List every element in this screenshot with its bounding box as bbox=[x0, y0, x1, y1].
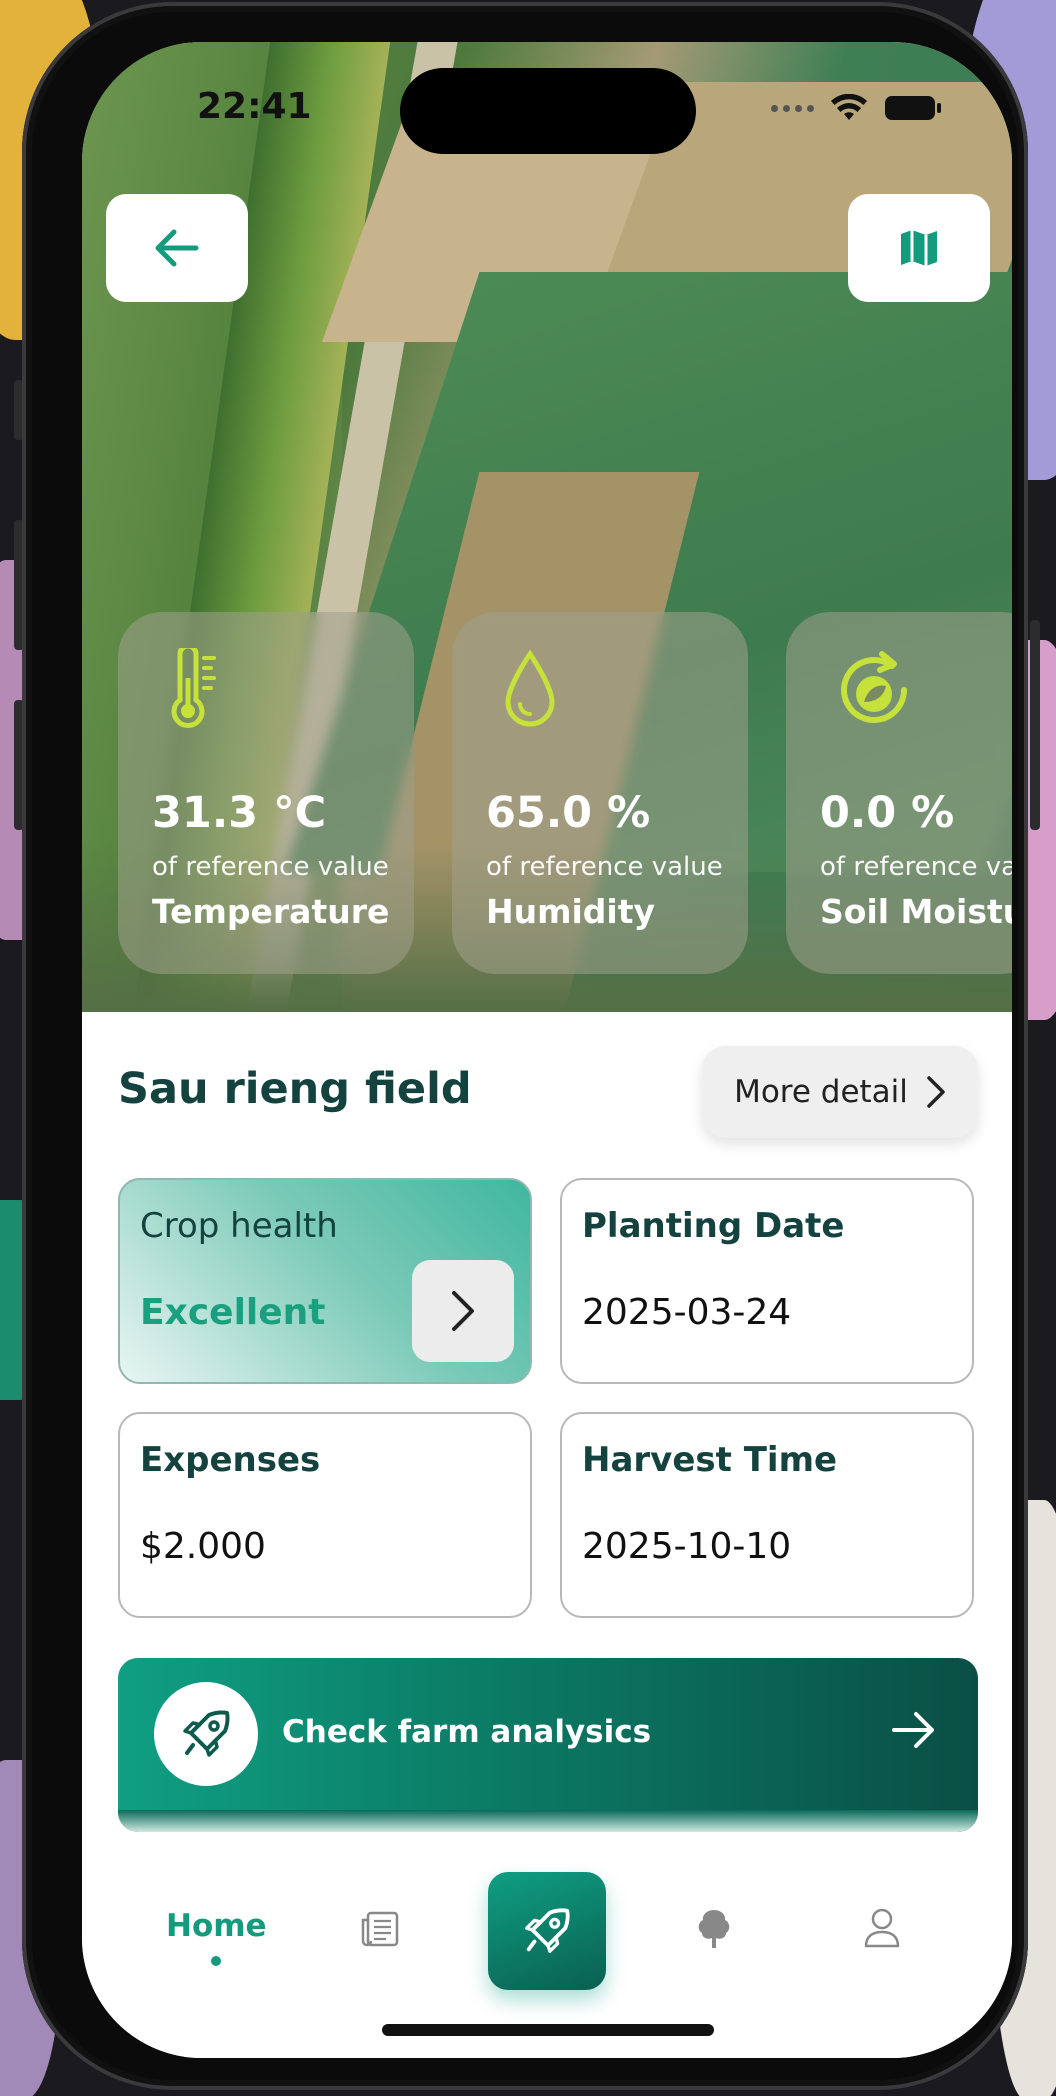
phone-frame: 22:41 31.3 °C of reference value Tempera… bbox=[22, 2, 1028, 2090]
check-farm-analytics-button[interactable]: Check farm analysics bbox=[118, 1658, 978, 1832]
temperature-label: Temperature bbox=[152, 892, 390, 931]
profile-icon bbox=[864, 1908, 900, 1948]
temperature-ref: of reference value bbox=[152, 852, 389, 882]
harvest-time-card: Harvest Time 2025-10-10 bbox=[560, 1412, 974, 1618]
crop-health-title: Crop health bbox=[140, 1206, 338, 1246]
status-time: 22:41 bbox=[197, 86, 312, 127]
tab-tree[interactable] bbox=[694, 1906, 734, 1950]
humidity-label: Humidity bbox=[486, 892, 656, 931]
expenses-value: $2.000 bbox=[140, 1526, 266, 1567]
metric-card-temperature[interactable]: 31.3 °C of reference value Temperature bbox=[118, 612, 414, 974]
map-icon bbox=[901, 230, 937, 266]
crop-health-open-button[interactable] bbox=[412, 1260, 514, 1362]
tab-news[interactable] bbox=[360, 1910, 400, 1948]
status-icons bbox=[771, 94, 942, 122]
field-aerial-image: 22:41 31.3 °C of reference value Tempera… bbox=[82, 42, 1012, 1012]
home-indicator bbox=[382, 2024, 714, 2036]
planting-date-card: Planting Date 2025-03-24 bbox=[560, 1178, 974, 1384]
signal-icon bbox=[771, 104, 814, 112]
rocket-icon bbox=[525, 1908, 570, 1953]
planting-date-title: Planting Date bbox=[582, 1206, 845, 1246]
expenses-card: Expenses $2.000 bbox=[118, 1412, 532, 1618]
expenses-title: Expenses bbox=[140, 1440, 321, 1480]
screen: 22:41 31.3 °C of reference value Tempera… bbox=[82, 42, 1012, 2058]
cta-shadow bbox=[118, 1810, 978, 1832]
humidity-ref: of reference value bbox=[486, 852, 723, 882]
more-detail-button[interactable]: More detail bbox=[702, 1046, 978, 1138]
rocket-icon bbox=[154, 1682, 258, 1786]
metric-card-soil-moisture[interactable]: 0.0 % of reference val Soil Moistur bbox=[786, 612, 1012, 974]
crop-health-value: Excellent bbox=[140, 1292, 326, 1333]
thermometer-icon bbox=[166, 643, 226, 736]
tab-home-label: Home bbox=[166, 1908, 267, 1944]
tab-profile[interactable] bbox=[862, 1906, 902, 1950]
map-button[interactable] bbox=[848, 194, 990, 302]
field-title: Sau rieng field bbox=[118, 1064, 472, 1114]
harvest-time-value: 2025-10-10 bbox=[582, 1526, 792, 1567]
soil-refresh-icon bbox=[834, 648, 918, 736]
back-button[interactable] bbox=[106, 194, 248, 302]
power-button bbox=[1030, 620, 1040, 830]
soil-moisture-value: 0.0 % bbox=[820, 788, 955, 838]
crop-health-card[interactable]: Crop health Excellent bbox=[118, 1178, 532, 1384]
chevron-right-icon bbox=[927, 1076, 945, 1108]
battery-icon bbox=[885, 96, 941, 120]
chevron-right-icon bbox=[452, 1291, 474, 1331]
planting-date-value: 2025-03-24 bbox=[582, 1292, 792, 1333]
harvest-time-title: Harvest Time bbox=[582, 1440, 838, 1480]
more-detail-label: More detail bbox=[734, 1074, 908, 1110]
active-indicator bbox=[211, 1956, 222, 1966]
wifi-icon bbox=[831, 94, 867, 120]
arrow-right-icon bbox=[892, 1712, 934, 1748]
tab-rocket[interactable] bbox=[488, 1872, 606, 1990]
dynamic-island bbox=[400, 68, 696, 154]
cta-label: Check farm analysics bbox=[282, 1714, 652, 1750]
humidity-value: 65.0 % bbox=[486, 788, 651, 838]
news-icon bbox=[361, 1911, 399, 1947]
soil-moisture-ref: of reference val bbox=[820, 852, 1012, 882]
droplet-icon bbox=[500, 648, 560, 736]
metric-card-humidity[interactable]: 65.0 % of reference value Humidity bbox=[452, 612, 748, 974]
arrow-left-icon bbox=[155, 229, 199, 267]
temperature-value: 31.3 °C bbox=[152, 788, 327, 838]
tab-home[interactable]: Home bbox=[166, 1908, 267, 1966]
tree-icon bbox=[698, 1910, 730, 1948]
soil-moisture-label: Soil Moistur bbox=[820, 892, 1012, 931]
